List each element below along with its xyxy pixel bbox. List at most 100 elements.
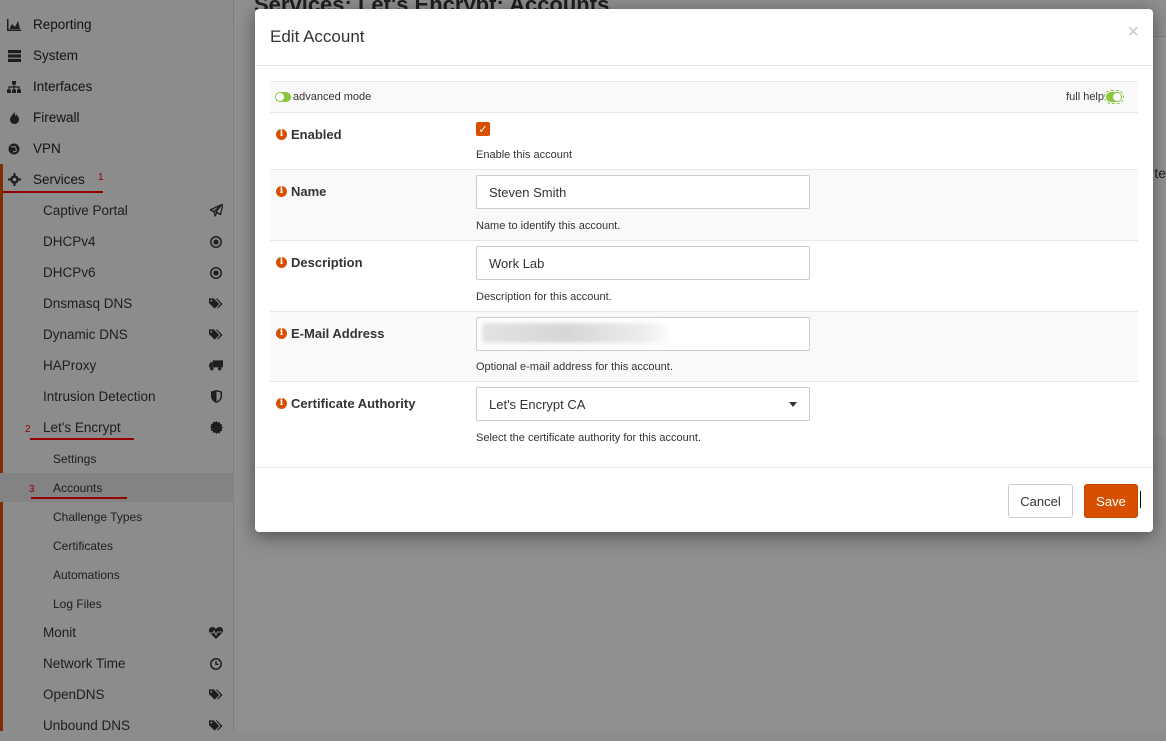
name-input[interactable] xyxy=(476,175,810,209)
field-label: i Certificate Authority xyxy=(276,396,415,411)
tags-icon xyxy=(209,297,223,311)
heartbeat-icon xyxy=(209,626,223,640)
tags-icon xyxy=(209,328,223,342)
sidebar-item-label: Let's Encrypt xyxy=(43,420,121,435)
sidebar-item-label: Settings xyxy=(53,451,97,466)
tags-icon xyxy=(209,688,223,702)
ca-help: Select the certificate authority for thi… xyxy=(476,432,702,444)
truck-icon xyxy=(209,359,223,373)
sidebar-item-system[interactable]: System xyxy=(0,40,234,71)
field-label: i Description xyxy=(276,255,363,270)
sidebar-item-unbound-dns[interactable]: Unbound DNS xyxy=(0,710,234,741)
form-mode-bar: advanced mode full help xyxy=(270,81,1138,113)
field-label: i Name xyxy=(276,184,326,199)
info-icon[interactable]: i xyxy=(276,186,287,197)
email-help: Optional e-mail address for this account… xyxy=(476,361,673,373)
sidebar-item-firewall[interactable]: Firewall xyxy=(0,102,234,133)
name-help: Name to identify this account. xyxy=(476,220,621,232)
close-icon[interactable]: × xyxy=(1127,22,1139,42)
redacted-email xyxy=(482,323,668,343)
sidebar-item-network-time[interactable]: Network Time xyxy=(0,648,234,679)
sidebar-item-captive-portal[interactable]: Captive Portal xyxy=(0,195,234,226)
sidebar-item-haproxy[interactable]: HAProxy xyxy=(0,350,234,381)
sidebar-item-certificates[interactable]: Certificates xyxy=(0,531,234,560)
tags-icon xyxy=(209,719,223,733)
annotation-number: 1 xyxy=(98,172,104,183)
text-cursor xyxy=(1140,491,1141,508)
sidebar-item-label: OpenDNS xyxy=(43,687,105,702)
dialog-footer: Cancel Save xyxy=(255,467,1153,532)
save-button[interactable]: Save xyxy=(1084,484,1138,518)
advanced-mode-label: advanced mode xyxy=(293,91,372,103)
sidebar: Reporting System Interfaces Firewall VPN… xyxy=(0,0,234,733)
sidebar-item-label: HAProxy xyxy=(43,358,97,373)
sidebar-item-dhcpv6[interactable]: DHCPv6 xyxy=(0,257,234,288)
dialog-header: Edit Account × xyxy=(255,9,1153,66)
sidebar-item-monit[interactable]: Monit xyxy=(0,617,234,648)
annotation-number: 3 xyxy=(29,484,35,495)
ca-selected-value: Let's Encrypt CA xyxy=(489,397,586,412)
sidebar-item-label: Dynamic DNS xyxy=(43,327,128,342)
sidebar-item-reporting[interactable]: Reporting xyxy=(0,9,234,40)
bullseye-icon xyxy=(209,235,223,249)
sidebar-item-label: Dnsmasq DNS xyxy=(43,296,133,311)
sidebar-item-label: Certificates xyxy=(53,538,114,553)
sidebar-item-label: DHCPv4 xyxy=(43,234,96,249)
sidebar-item-dnsmasq-dns[interactable]: Dnsmasq DNS xyxy=(0,288,234,319)
sidebar-item-label: Log Files xyxy=(53,596,102,611)
annotation-number: 2 xyxy=(25,424,31,435)
paper-plane-icon xyxy=(209,204,223,218)
sidebar-item-label: Intrusion Detection xyxy=(43,389,156,404)
sidebar-item-log-files[interactable]: Log Files xyxy=(0,589,234,618)
field-label: i E-Mail Address xyxy=(276,326,384,341)
sitemap-icon xyxy=(7,80,21,94)
sidebar-item-automations[interactable]: Automations xyxy=(0,560,234,589)
sidebar-item-label: Accounts xyxy=(53,480,103,495)
dialog-title: Edit Account xyxy=(270,27,365,46)
ca-select[interactable]: Let's Encrypt CA xyxy=(476,387,810,421)
edit-account-dialog: Edit Account × advanced mode full help i… xyxy=(255,9,1153,532)
sidebar-item-vpn[interactable]: VPN xyxy=(0,133,234,164)
annotation-underline xyxy=(30,438,134,440)
sidebar-item-intrusion-detection[interactable]: Intrusion Detection xyxy=(0,381,234,412)
sidebar-item-interfaces[interactable]: Interfaces xyxy=(0,71,234,102)
sidebar-item-label: Network Time xyxy=(43,656,126,671)
field-label: i Enabled xyxy=(276,127,342,142)
caret-down-icon xyxy=(789,402,797,407)
description-input[interactable] xyxy=(476,246,810,280)
sidebar-item-label: Services xyxy=(33,172,85,187)
info-icon[interactable]: i xyxy=(276,129,287,140)
annotation-underline xyxy=(31,497,127,499)
globe-icon xyxy=(7,142,21,156)
form-row-email: i E-Mail Address Optional e-mail address… xyxy=(270,312,1138,382)
full-help-toggle[interactable] xyxy=(1104,90,1124,104)
enabled-checkbox[interactable]: ✓ xyxy=(476,122,490,136)
sidebar-item-opendns[interactable]: OpenDNS xyxy=(0,679,234,710)
info-icon[interactable]: i xyxy=(276,257,287,268)
sidebar-item-label: DHCPv6 xyxy=(43,265,96,280)
info-icon[interactable]: i xyxy=(276,398,287,409)
fire-icon xyxy=(7,111,21,125)
full-help-label: full help xyxy=(1066,91,1104,103)
cancel-button[interactable]: Cancel xyxy=(1008,484,1073,518)
truncated-column-header: te xyxy=(1154,165,1166,181)
bullseye-icon xyxy=(209,266,223,280)
form-row-name: i Name Name to identify this account. xyxy=(270,170,1138,241)
name-label: Name xyxy=(291,184,327,199)
sidebar-item-settings[interactable]: Settings xyxy=(0,444,234,473)
enabled-checkbox-wrap: ✓ xyxy=(476,122,490,136)
form-row-ca: i Certificate Authority Let's Encrypt CA… xyxy=(270,382,1138,453)
info-icon[interactable]: i xyxy=(276,328,287,339)
shield-icon xyxy=(209,390,223,404)
sidebar-item-dhcpv4[interactable]: DHCPv4 xyxy=(0,226,234,257)
advanced-mode-toggle[interactable] xyxy=(275,92,291,102)
sidebar-item-label: System xyxy=(33,48,79,63)
sidebar-item-label: Captive Portal xyxy=(43,203,128,218)
email-label: E-Mail Address xyxy=(291,326,385,341)
ca-label: Certificate Authority xyxy=(291,396,416,411)
sidebar-item-challenge-types[interactable]: Challenge Types xyxy=(0,502,234,531)
sidebar-item-dynamic-dns[interactable]: Dynamic DNS xyxy=(0,319,234,350)
sidebar-item-label: Reporting xyxy=(33,17,92,32)
server-icon xyxy=(7,49,21,63)
description-help: Description for this account. xyxy=(476,291,612,303)
